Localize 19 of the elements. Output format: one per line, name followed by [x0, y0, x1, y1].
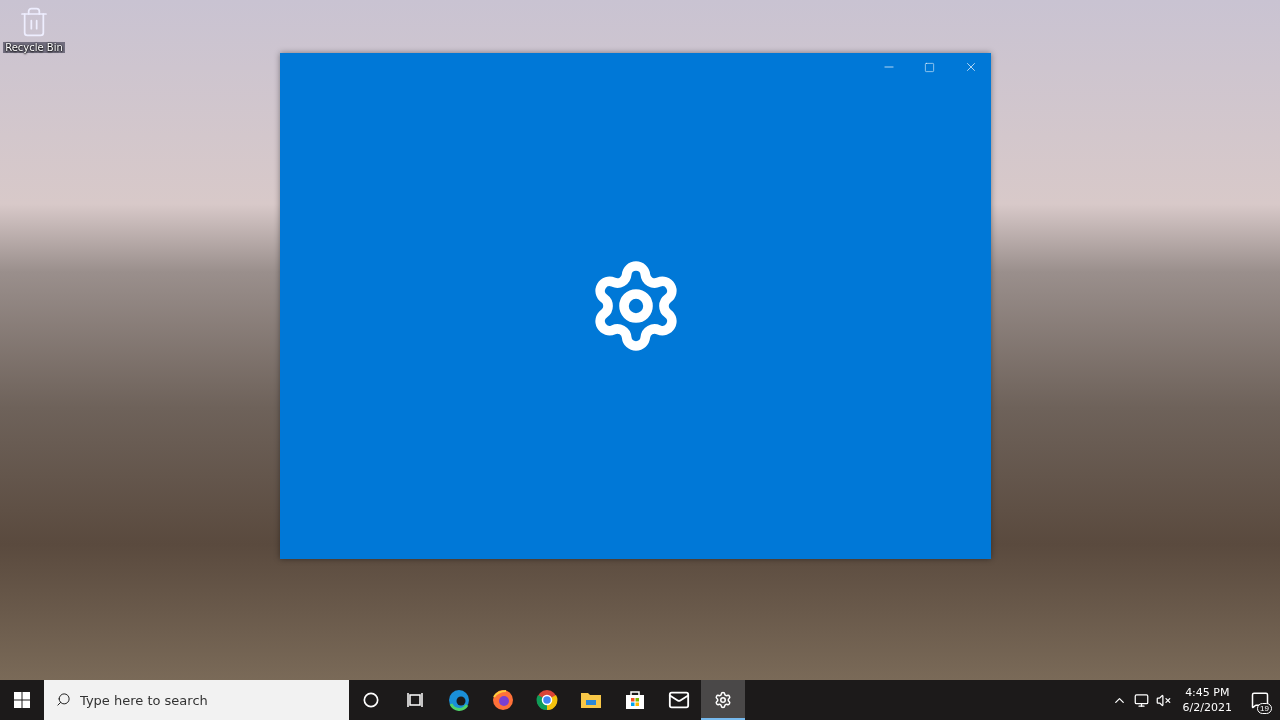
search-field[interactable]: Type here to search [44, 680, 349, 720]
clock[interactable]: 4:45 PM 6/2/2021 [1174, 685, 1240, 715]
monitor-icon [1134, 692, 1150, 708]
maximize-icon [924, 61, 935, 73]
message-icon [1251, 691, 1269, 709]
windows-logo-icon [14, 692, 30, 708]
notifications-button[interactable]: 19 [1240, 680, 1280, 720]
circle-icon [363, 692, 379, 708]
task-view-icon [407, 693, 423, 707]
search-icon [56, 692, 71, 707]
volume-muted-icon [1156, 692, 1172, 708]
taskbar-app-button[interactable] [701, 680, 745, 720]
settings-icon [714, 691, 732, 709]
envelope-icon [668, 689, 690, 711]
shopping-bag-icon [625, 690, 645, 710]
folder-icon [580, 691, 602, 709]
notification-count-badge: 19 [1257, 703, 1272, 714]
desktop-icon-label[interactable]: Recycle Bin [3, 42, 65, 53]
chrome-browser-icon [536, 689, 558, 711]
